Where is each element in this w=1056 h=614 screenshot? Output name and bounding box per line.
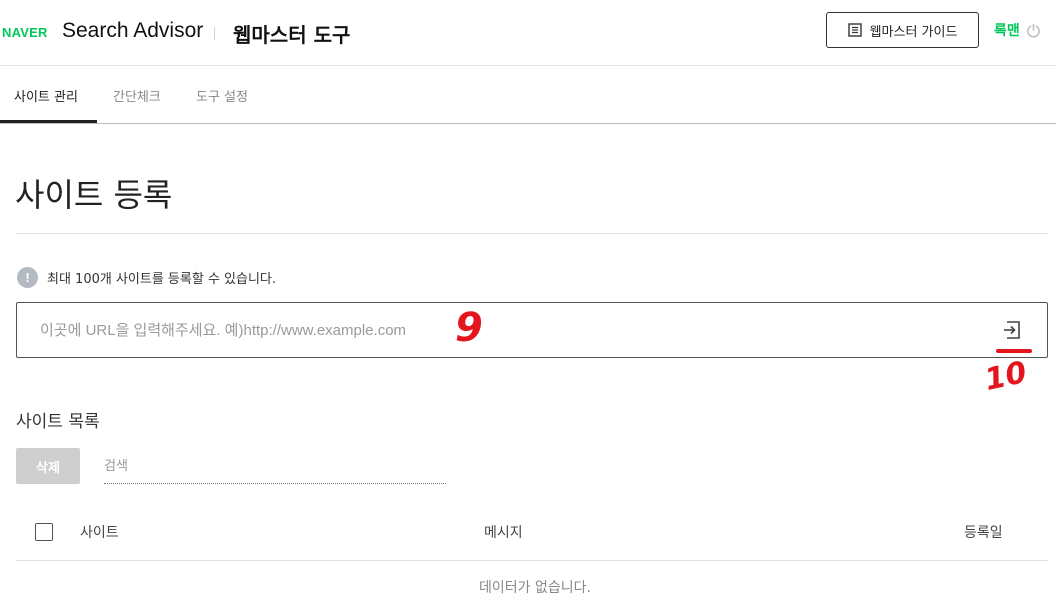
enter-icon (1004, 321, 1020, 339)
webmaster-guide-button[interactable]: 웹마스터 가이드 (826, 12, 979, 48)
site-url-input[interactable] (38, 313, 938, 347)
site-search-input[interactable] (104, 450, 446, 484)
tab-tool-settings[interactable]: 도구 설정 (196, 66, 248, 124)
site-limit-notice: ! 최대 100개 사이트를 등록할 수 있습니다. (17, 267, 276, 288)
column-registered-date[interactable]: 등록일 (964, 522, 1003, 542)
header-divider (214, 27, 215, 40)
site-list-title: 사이트 목록 (16, 412, 100, 432)
tab-site-management[interactable]: 사이트 관리 (14, 66, 78, 124)
site-table-header: 사이트 메시지 등록일 (16, 505, 1048, 561)
naver-logo[interactable]: NAVER (2, 25, 48, 40)
active-tab-indicator (0, 120, 97, 123)
tool-title[interactable]: 웹마스터 도구 (233, 19, 350, 48)
annotation-underline (996, 349, 1032, 353)
url-input-box (16, 302, 1048, 358)
logout-button[interactable]: 록맨 (994, 20, 1041, 40)
notice-text: 최대 100개 사이트를 등록할 수 있습니다. (47, 272, 277, 287)
delete-button[interactable]: 삭제 (16, 448, 80, 484)
main-tabs: 사이트 관리 간단체크 도구 설정 (0, 66, 1056, 124)
column-site[interactable]: 사이트 (80, 522, 119, 542)
annotation-label-10: 10 (981, 355, 1030, 398)
top-header: NAVER Search Advisor 웹마스터 도구 웹마스터 가이드 록맨 (0, 0, 1056, 66)
tab-simple-check[interactable]: 간단체크 (113, 66, 161, 124)
column-message[interactable]: 메시지 (484, 522, 523, 542)
empty-table-message: 데이터가 없습니다. (479, 580, 591, 596)
document-icon (847, 23, 862, 37)
title-divider (16, 233, 1048, 234)
select-all-checkbox[interactable] (35, 523, 53, 541)
user-name-label: 록맨 (994, 23, 1020, 39)
brand-name[interactable]: Search Advisor (62, 19, 203, 43)
info-icon: ! (17, 267, 38, 288)
power-icon (1026, 23, 1041, 38)
page-title: 사이트 등록 (15, 176, 173, 214)
annotation-label-9: 9 (455, 305, 483, 351)
webmaster-guide-label: 웹마스터 가이드 (869, 24, 958, 40)
register-site-button[interactable] (999, 317, 1025, 343)
